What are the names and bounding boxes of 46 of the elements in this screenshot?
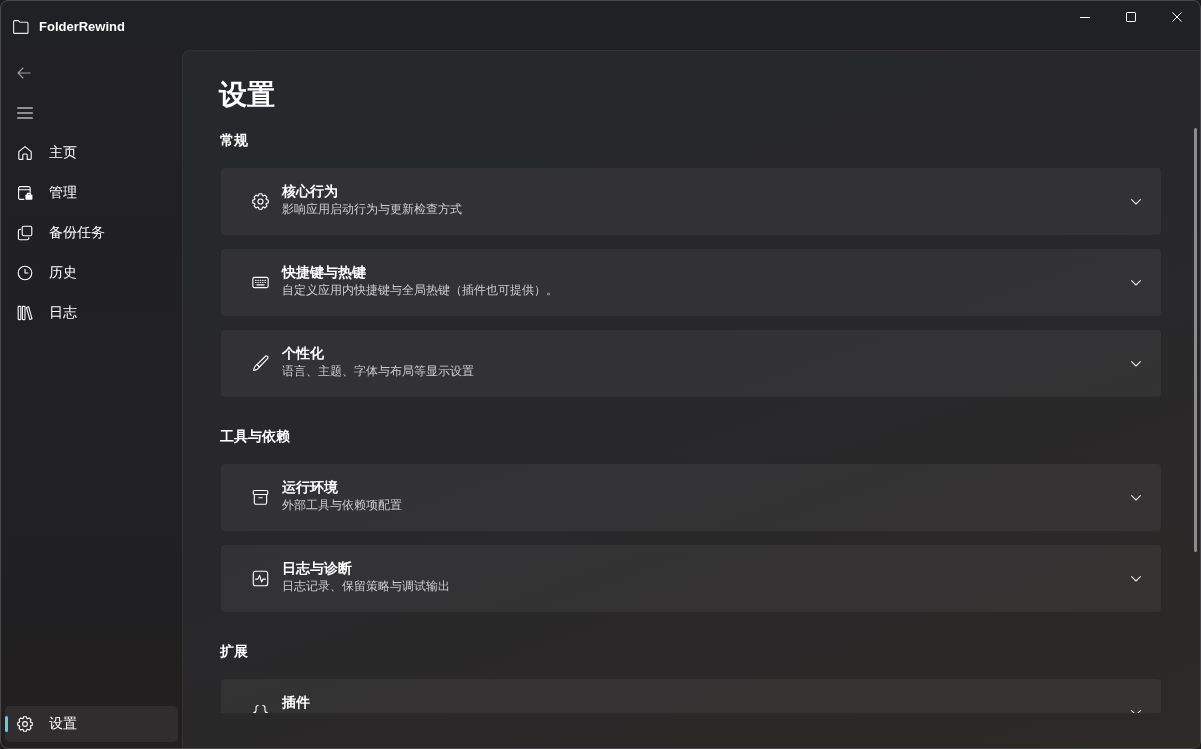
setting-description: 日志记录、保留策略与调试输出 (282, 578, 450, 595)
pen-icon (252, 355, 269, 372)
clock-icon (17, 265, 33, 281)
archive-box-icon (252, 489, 269, 506)
section-heading: 常规 (220, 131, 249, 150)
settings-expander[interactable]: 运行环境 外部工具与依赖项配置 (220, 463, 1162, 532)
window-briefcase-icon (17, 185, 33, 201)
setting-description: 外部工具与依赖项配置 (282, 497, 402, 514)
back-arrow-icon (17, 67, 31, 79)
page-title: 设置 (219, 78, 276, 112)
app-title: FolderRewind (39, 19, 125, 34)
home-icon (17, 145, 33, 161)
nav-item[interactable]: 日志 (5, 295, 178, 331)
nav-item[interactable]: 备份任务 (5, 215, 178, 251)
setting-description: 语言、主题、字体与布局等显示设置 (282, 363, 474, 380)
setting-title: 个性化 (282, 344, 324, 363)
close-icon (1172, 12, 1182, 22)
nav-item[interactable]: 设置 (5, 706, 178, 742)
gear-icon (17, 716, 33, 732)
settings-expander[interactable]: 日志与诊断 日志记录、保留策略与调试输出 (220, 544, 1162, 613)
section-heading: 扩展 (220, 642, 249, 661)
settings-expander[interactable]: 快捷键与热键 自定义应用内快捷键与全局热键（插件也可提供）。 (220, 248, 1162, 317)
minimize-icon (1080, 16, 1090, 18)
section-heading: 工具与依赖 (220, 427, 291, 446)
settings-expander[interactable]: 核心行为 影响应用启动行为与更新检查方式 (220, 167, 1162, 236)
setting-title: 运行环境 (282, 478, 338, 497)
menu-icon (17, 107, 33, 119)
gear-icon (252, 193, 269, 210)
settings-expander[interactable]: 个性化 语言、主题、字体与布局等显示设置 (220, 329, 1162, 398)
setting-description: 自定义应用内快捷键与全局热键（插件也可提供）。 (282, 282, 558, 299)
keyboard-icon (252, 274, 269, 291)
setting-title: 核心行为 (282, 182, 338, 201)
nav-item[interactable]: 主页 (5, 135, 178, 171)
nav-item[interactable]: 管理 (5, 175, 178, 211)
folder-icon (13, 19, 29, 34)
copy-icon (17, 225, 33, 241)
pulse-icon (252, 570, 269, 587)
setting-title: 快捷键与热键 (282, 263, 366, 282)
nav-item[interactable]: 历史 (5, 255, 178, 291)
settings-expander[interactable]: 插件 (220, 678, 1162, 713)
books-icon (17, 305, 33, 321)
setting-title: 插件 (282, 693, 310, 712)
maximize-icon (1126, 12, 1136, 22)
setting-title: 日志与诊断 (282, 559, 352, 578)
setting-description: 影响应用启动行为与更新检查方式 (282, 201, 462, 218)
scrollbar-thumb[interactable] (1194, 128, 1197, 552)
